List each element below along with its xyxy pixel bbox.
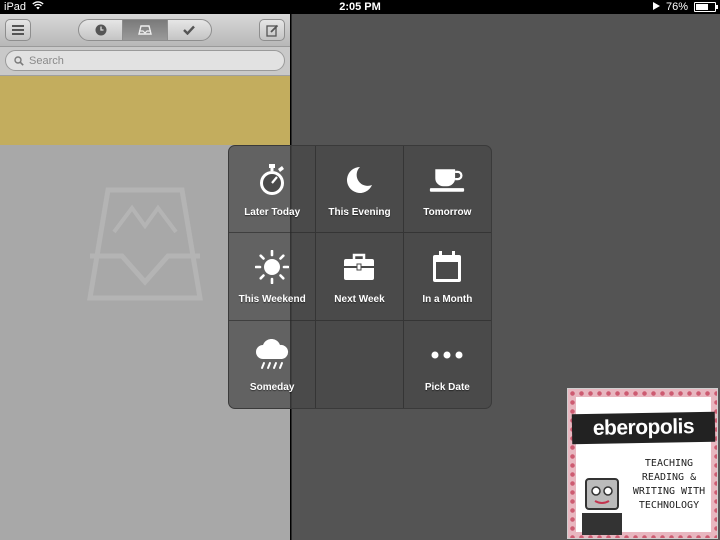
hamburger-icon	[12, 25, 24, 35]
defer-options-popup: Later Today This Evening Tomorrow This W…	[228, 145, 492, 409]
computer-mascot-icon	[582, 478, 622, 535]
tab-later[interactable]	[79, 20, 124, 40]
play-icon	[652, 1, 660, 13]
eberopolis-logo: eberopolis TEACHING READING & WRITING WI…	[567, 388, 718, 539]
selected-message-row[interactable]	[0, 76, 290, 145]
sun-icon	[255, 250, 290, 285]
option-someday[interactable]: Someday	[229, 320, 317, 408]
option-label: Tomorrow	[423, 207, 472, 218]
status-bar: iPad 2:05 PM 76%	[0, 0, 720, 14]
option-next-week[interactable]: Next Week	[316, 233, 404, 321]
search-icon	[14, 55, 24, 66]
more-dots-icon	[431, 351, 463, 359]
battery-icon	[694, 2, 718, 12]
battery-percent: 76%	[665, 1, 688, 13]
option-label: In a Month	[422, 294, 473, 306]
option-label: This Evening	[328, 207, 391, 218]
clock-icon	[95, 24, 107, 36]
empty-inbox-icon	[87, 187, 203, 301]
menu-button[interactable]	[5, 19, 31, 41]
option-in-a-month[interactable]: In a Month	[403, 233, 491, 321]
option-empty	[316, 320, 404, 408]
moon-icon	[347, 167, 373, 193]
compose-icon	[265, 24, 278, 37]
tab-archive[interactable]	[168, 20, 211, 40]
stopwatch-icon	[260, 164, 285, 195]
search-input[interactable]: Search	[5, 50, 285, 71]
option-this-weekend[interactable]: This Weekend	[229, 233, 317, 321]
clock-time: 2:05 PM	[339, 1, 381, 13]
rain-cloud-icon	[256, 338, 289, 369]
briefcase-icon	[344, 254, 375, 281]
tagline: TEACHING READING & WRITING WITH TECHNOLO…	[632, 458, 706, 511]
option-tomorrow[interactable]: Tomorrow	[403, 146, 491, 234]
option-label: Pick Date	[424, 381, 470, 393]
inbox-icon	[138, 25, 152, 35]
search-placeholder: Search	[29, 54, 64, 67]
option-label: Later Today	[244, 207, 301, 218]
brand-name: eberopolis	[571, 411, 716, 445]
toolbar	[0, 14, 290, 47]
search-bar: Search	[0, 47, 290, 76]
option-later-today[interactable]: Later Today	[229, 146, 317, 234]
mailbox-segmented-control	[78, 19, 212, 41]
coffee-cup-icon	[430, 169, 465, 192]
option-label: Next Week	[334, 294, 385, 306]
compose-button[interactable]	[259, 19, 285, 41]
option-this-evening[interactable]: This Evening	[316, 146, 404, 234]
option-pick-date[interactable]: Pick Date	[404, 321, 491, 408]
option-label: Someday	[249, 381, 295, 393]
calendar-icon	[433, 251, 462, 283]
checkmark-icon	[183, 25, 196, 35]
tab-inbox[interactable]	[123, 20, 168, 40]
option-label: This Weekend	[238, 294, 306, 306]
